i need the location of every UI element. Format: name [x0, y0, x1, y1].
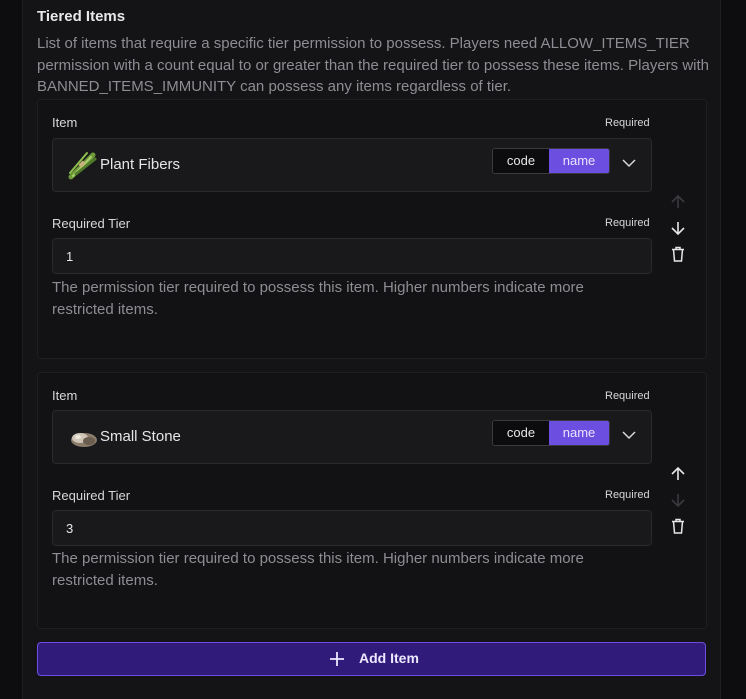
required-tier-value: 3: [66, 521, 74, 536]
add-item-button[interactable]: Add Item: [37, 642, 706, 676]
tier-label: Required Tier: [52, 216, 131, 231]
item-name: Plant Fibers: [100, 156, 181, 173]
move-down-icon[interactable]: [669, 491, 687, 509]
tiered-item-card: Item Required Plant Fibers code name Req…: [37, 99, 707, 359]
plant-fibers-icon: [68, 152, 97, 180]
tier-help-text: The permission tier required to possess …: [52, 279, 584, 318]
item-name: Small Stone: [100, 428, 181, 445]
toggle-name-button[interactable]: name: [549, 149, 609, 173]
section-title: Tiered Items: [37, 8, 126, 25]
move-up-icon[interactable]: [669, 193, 687, 211]
add-item-label: Add Item: [359, 650, 419, 666]
chevron-down-icon[interactable]: [621, 427, 637, 443]
tier-label: Required Tier: [52, 488, 131, 503]
toggle-code-button[interactable]: code: [493, 149, 549, 173]
toggle-code-button[interactable]: code: [493, 421, 549, 445]
display-mode-toggle: code name: [492, 148, 610, 174]
tier-required-label: Required: [605, 217, 650, 229]
section-description: List of items that require a specific ti…: [37, 35, 710, 95]
item-selector[interactable]: Small Stone code name: [52, 410, 652, 464]
item-required-label: Required: [605, 390, 650, 402]
required-tier-value: 1: [66, 249, 74, 264]
item-selector[interactable]: Plant Fibers code name: [52, 138, 652, 192]
small-stone-icon: [71, 433, 97, 447]
plus-icon: [330, 652, 344, 666]
chevron-down-icon[interactable]: [621, 155, 637, 171]
trash-icon[interactable]: [669, 517, 687, 535]
required-tier-input[interactable]: 1: [52, 238, 652, 274]
tier-required-label: Required: [605, 489, 650, 501]
item-required-label: Required: [605, 117, 650, 129]
trash-icon[interactable]: [669, 245, 687, 263]
tier-help-text: The permission tier required to possess …: [52, 550, 584, 589]
toggle-name-button[interactable]: name: [549, 421, 609, 445]
move-down-icon[interactable]: [669, 219, 687, 237]
item-label: Item: [52, 115, 78, 130]
tiered-item-card: Item Required Small Stone code name Requ…: [37, 372, 707, 629]
move-up-icon[interactable]: [669, 465, 687, 483]
item-label: Item: [52, 388, 78, 403]
required-tier-input[interactable]: 3: [52, 510, 652, 546]
display-mode-toggle: code name: [492, 420, 610, 446]
